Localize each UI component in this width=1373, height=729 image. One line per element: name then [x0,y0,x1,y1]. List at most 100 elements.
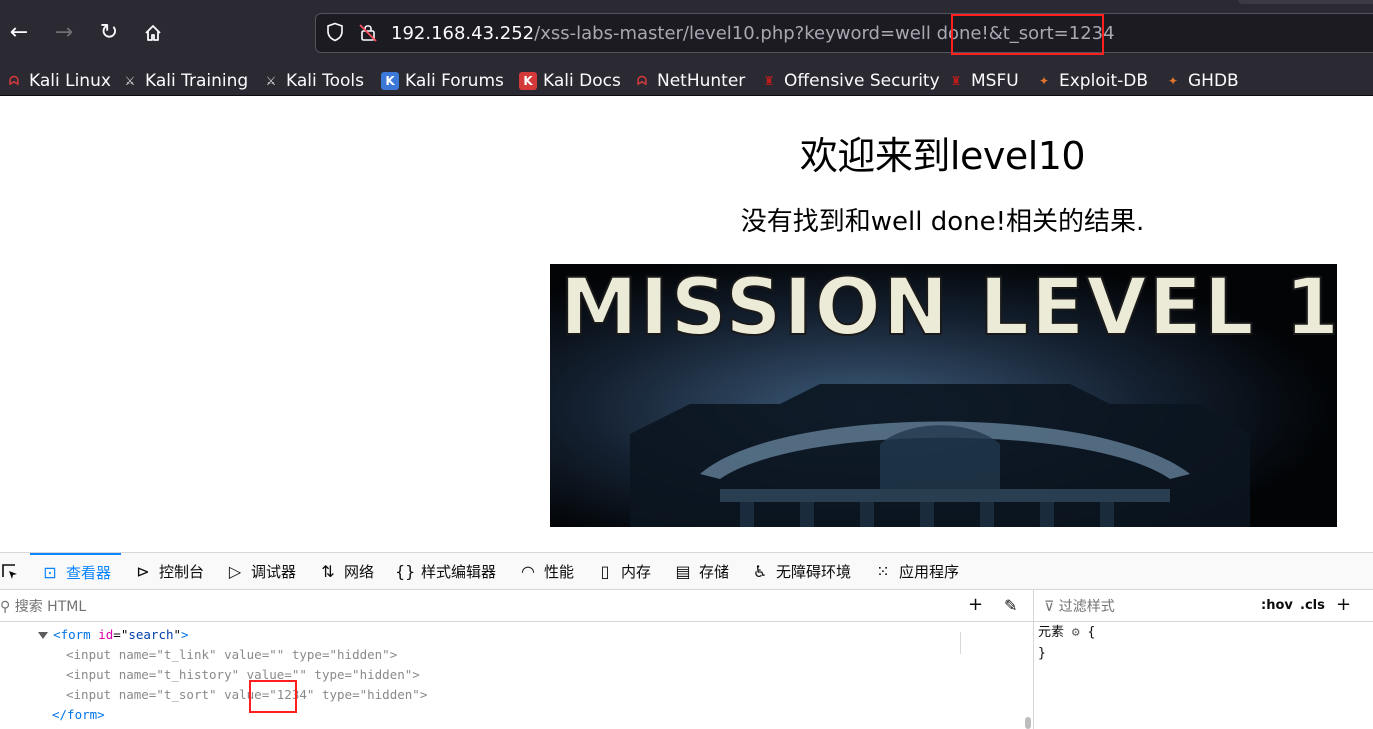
add-rule-button[interactable]: + [1336,594,1351,615]
page-title: 欢迎来到level10 [799,134,1086,178]
arrow-left-icon: ← [9,20,29,45]
kali-sword-icon: ⚔ [124,74,136,88]
filter-styles-input[interactable]: ⊽ 过滤样式 [1044,596,1115,616]
mission-image-text: MISSION LEVEL 10 [560,264,1337,353]
devtools-panel: ⊡ 查看器 ⊳ 控制台 ▷ 调试器 ⇅ 网络 {} 样式编辑器 ◠ 性能 ▯ 内存 ▤ 存储 ♿… [0,552,1373,729]
tab-label: 存储 [699,563,730,581]
application-icon: ⁙ [876,562,890,581]
tab-label: 网络 [344,563,375,581]
tab-label: 查看器 [66,564,112,582]
pick-element-icon [2,563,17,579]
tab-application[interactable]: ⁙ 应用程序 [873,553,959,590]
reload-button[interactable]: ↻ [94,18,124,48]
markup-node-form-close[interactable]: </form> [52,705,105,725]
bookmark-kali-docs[interactable]: K Kali Docs [519,68,621,94]
tab-label: 控制台 [159,563,205,581]
tab-label: 无障碍环境 [776,563,852,581]
offsec-icon: ♜ [950,74,962,88]
markup-scrollbar[interactable] [1025,717,1031,729]
tab-debugger[interactable]: ▷ 调试器 [225,553,296,590]
open-brace: { [1087,625,1096,640]
tab-style-editor[interactable]: {} 样式编辑器 [395,553,496,590]
kali-forums-icon: K [381,72,399,90]
panel-splitter[interactable] [1033,590,1034,729]
home-icon [145,25,161,41]
bookmark-ghdb[interactable]: ✦ GHDB [1164,68,1239,94]
home-button[interactable] [138,18,168,48]
plus-icon: + [968,594,984,615]
search-html-placeholder: 搜索 HTML [14,599,87,615]
bookmarks-bar: ᗣ Kali Linux ⚔ Kali Training ⚔ Kali Tools K… [0,64,1373,96]
bookmark-offensive-security[interactable]: ♜ Offensive Security [760,68,940,94]
bookmark-label: Kali Docs [543,71,621,91]
shield-icon[interactable] [324,22,346,44]
devtools-subtoolbar: ⚲ 搜索 HTML + ✎ ⊽ 过滤样式 :hov .cls + [0,590,1373,654]
console-icon: ⊳ [136,562,150,581]
insecure-lock-icon[interactable] [357,22,379,44]
tab-performance[interactable]: ◠ 性能 [518,553,574,590]
tab-label: 应用程序 [899,563,960,581]
network-icon: ⇅ [321,562,335,581]
hov-button[interactable]: :hov [1261,598,1293,613]
offsec-icon: ♜ [763,74,775,88]
expand-twisty-icon[interactable] [38,632,48,639]
tab-accessibility[interactable]: ♿ 无障碍环境 [750,553,851,590]
bookmark-label: Exploit-DB [1059,71,1148,91]
add-node-button[interactable]: + [968,594,983,615]
tab-label: 样式编辑器 [421,563,497,581]
eyedropper-icon: ✎ [1004,596,1018,615]
kali-docs-icon: K [519,72,537,90]
back-button[interactable]: ← [4,18,34,48]
close-brace: } [1038,646,1046,661]
eyedropper-button[interactable]: ✎ [1004,596,1017,615]
devtools-tabbar: ⊡ 查看器 ⊳ 控制台 ▷ 调试器 ⇅ 网络 {} 样式编辑器 ◠ 性能 ▯ 内存 ▤ 存储 ♿… [0,553,1373,590]
storage-icon: ▤ [675,562,691,581]
tab-inspector[interactable]: ⊡ 查看器 [30,553,122,590]
forward-button[interactable]: → [49,18,79,48]
element-rule[interactable]: 元素 ⚙ { [1038,622,1095,643]
tab-storage[interactable]: ▤ 存储 [673,553,729,590]
bookmark-label: Kali Forums [405,71,504,91]
url-bar[interactable]: 192.168.43.252/xss-labs-master/level10.p… [315,13,1373,53]
gear-icon[interactable]: ⚙ [1072,625,1080,640]
plus-icon: + [1336,594,1352,615]
browser-toolbar: ← → ↻ 192.168.43.252/xss-labs-master/lev… [0,0,1373,64]
performance-icon: ◠ [521,562,535,581]
exploitdb-icon: ✦ [1167,74,1179,88]
page-content: 欢迎来到level10 没有找到和well done!相关的结果. MISSIO… [0,97,1373,552]
markup-node-input[interactable]: <input name="t_history" value="" type="h… [66,665,420,685]
bookmark-label: NetHunter [657,71,746,91]
markup-node-input[interactable]: <input name="t_link" value="" type="hidd… [66,645,397,665]
cls-button[interactable]: .cls [1300,598,1325,613]
bookmark-kali-forums[interactable]: K Kali Forums [381,68,504,94]
bookmark-kali-tools[interactable]: ⚔ Kali Tools [262,68,364,94]
window-controls[interactable] [1238,0,1373,4]
search-html-input[interactable]: ⚲ 搜索 HTML [0,596,86,616]
pick-element-button[interactable] [0,553,22,590]
style-editor-icon: {} [395,562,416,581]
memory-icon: ▯ [600,562,610,581]
tab-console[interactable]: ⊳ 控制台 [133,553,204,590]
markup-node-form[interactable]: <form id="search"> [38,625,189,645]
bookmark-nethunter[interactable]: ᗣ NetHunter [633,68,745,94]
inspector-icon: ⊡ [43,563,57,582]
bookmark-label: Kali Training [145,71,249,91]
markup-node-input[interactable]: <input name="t_sort" value="1234" type="… [66,685,427,705]
tab-memory[interactable]: ▯ 内存 [595,553,651,590]
kali-sword-icon: ⚔ [265,74,277,88]
tab-label: 调试器 [251,563,297,581]
filter-styles-placeholder: 过滤样式 [1058,599,1115,615]
bookmark-label: MSFU [971,71,1019,91]
markup-view: <form id="search"> <input name="t_link" … [0,622,1033,729]
debugger-icon: ▷ [228,562,242,581]
reload-icon: ↻ [99,20,119,45]
bookmark-label: GHDB [1188,71,1239,91]
bookmark-kali-linux[interactable]: ᗣ Kali Linux [5,68,111,94]
exploitdb-icon: ✦ [1038,74,1050,88]
tab-network[interactable]: ⇅ 网络 [318,553,374,590]
bookmark-msfu[interactable]: ♜ MSFU [947,68,1019,94]
search-result-text: 没有找到和well done!相关的结果. [740,207,1145,237]
bookmark-kali-training[interactable]: ⚔ Kali Training [121,68,249,94]
tab-label: 性能 [544,563,575,581]
bookmark-exploit-db[interactable]: ✦ Exploit-DB [1035,68,1148,94]
